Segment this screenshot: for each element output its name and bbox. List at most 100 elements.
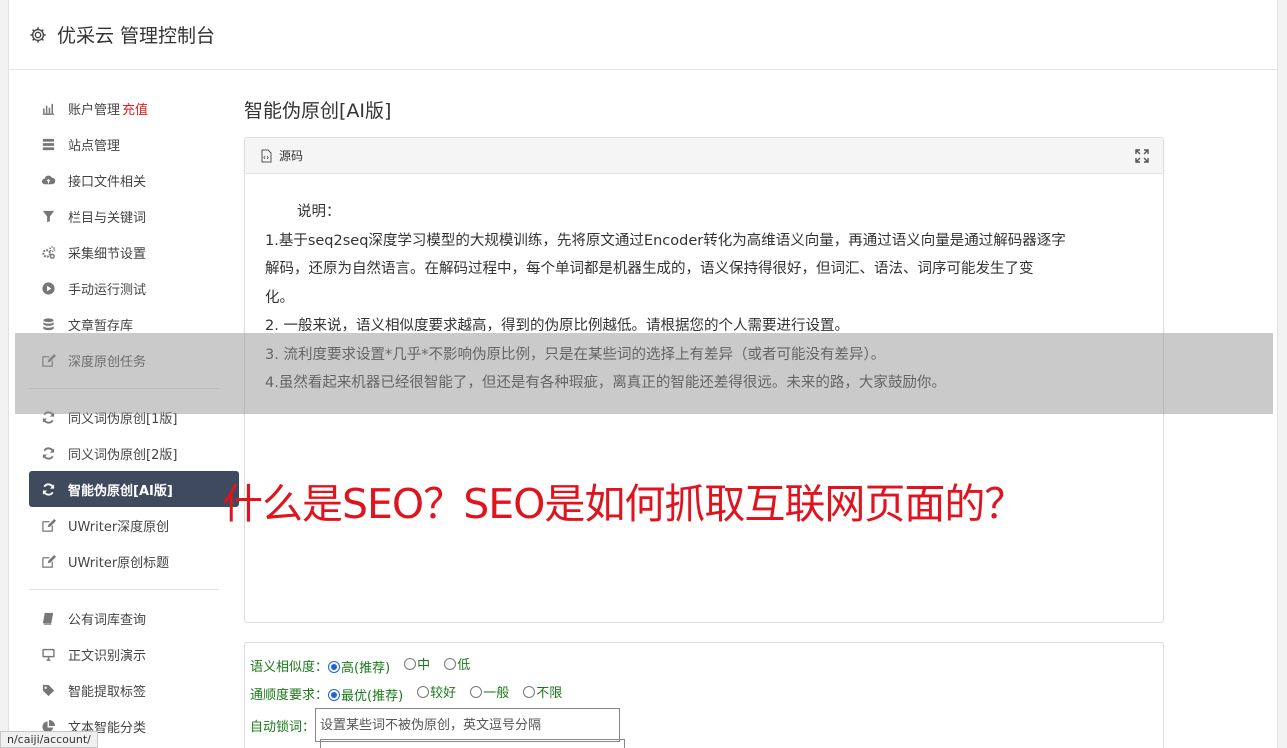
secondary-input[interactable] bbox=[320, 739, 625, 748]
sidebar-item-label: 账户管理 bbox=[68, 102, 121, 118]
sidebar-item-group3-2[interactable]: 智能提取标签 bbox=[29, 672, 239, 708]
sidebar-item-label: 深度原创任务 bbox=[68, 354, 147, 370]
source-button[interactable]: 源码 bbox=[279, 147, 303, 164]
source-editor[interactable]: 源码 说明： 1.基于seq2seq深度学习模型的大规模训练，先将原文通过Enc… bbox=[244, 137, 1164, 623]
cloud-upload-icon bbox=[39, 171, 57, 189]
sidebar-item-label: 同义词伪原创[2版] bbox=[68, 447, 178, 463]
editor-line: 2. 一般来说，语义相似度要求越高，得到的伪原比例越低。请根据您的个人需要进行设… bbox=[265, 318, 849, 334]
source-code-icon[interactable] bbox=[259, 149, 273, 163]
book-icon bbox=[39, 609, 57, 627]
radio-circle-icon[interactable] bbox=[417, 685, 430, 698]
play-icon bbox=[39, 279, 57, 297]
sidebar-item-label: 栏目与关键词 bbox=[68, 210, 147, 226]
gear-icon bbox=[30, 26, 46, 43]
monitor-icon bbox=[39, 645, 57, 663]
refresh-icon bbox=[39, 444, 57, 462]
bar-chart-icon bbox=[39, 99, 57, 117]
sidebar-item-label: 文章暂存库 bbox=[68, 318, 134, 334]
fluency-radio-1[interactable]: 较好 bbox=[417, 682, 456, 701]
sidebar-item-group1-6[interactable]: 文章暂存库 bbox=[29, 306, 239, 342]
editor-line: 3. 流利度要求设置*几乎*不影响伪原比例，只是在某些词的选择上有差异（或者可能… bbox=[265, 346, 886, 363]
sidebar-item-label: 站点管理 bbox=[68, 138, 121, 154]
radio-circle-icon[interactable] bbox=[444, 657, 457, 670]
sidebar-divider bbox=[29, 589, 219, 590]
similarity-radio-0[interactable]: 高(推荐) bbox=[328, 657, 390, 676]
similarity-radio-2[interactable]: 低 bbox=[444, 654, 470, 673]
sidebar: 账户管理 充值站点管理接口文件相关 栏目与关键词 采集细节设置 手动运行测试 文章暂存库深… bbox=[29, 90, 239, 744]
app-title: 优采云 管理控制台 bbox=[57, 25, 216, 47]
database-icon bbox=[39, 315, 57, 333]
server-icon bbox=[39, 135, 57, 153]
sidebar-item-label: 公有词库查询 bbox=[68, 612, 147, 628]
sidebar-divider bbox=[29, 388, 219, 389]
radio-circle-icon[interactable] bbox=[404, 657, 417, 670]
editor-line: 4.虽然看起来机器已经很智能了，但还是有各种瑕疵，离真正的智能还差得很远。未来的… bbox=[265, 375, 946, 391]
fluency-label: 通顺度要求： bbox=[250, 687, 329, 703]
sidebar-item-group2-1[interactable]: 同义词伪原创[2版] bbox=[29, 435, 239, 471]
similarity-option-label: 高(推荐) bbox=[341, 661, 391, 676]
fluency-radio-2[interactable]: 一般 bbox=[470, 682, 509, 701]
radio-circle-icon[interactable] bbox=[328, 688, 341, 701]
top-bar: 优采云 管理控制台 bbox=[9, 0, 1277, 70]
sidebar-item-label: UWriter原创标题 bbox=[68, 555, 170, 571]
fluency-option-label: 较好 bbox=[430, 686, 457, 701]
refresh-icon bbox=[39, 480, 57, 498]
sidebar-item-group1-7[interactable]: 深度原创任务 bbox=[29, 342, 239, 378]
edit-icon bbox=[39, 552, 57, 570]
sidebar-item-group1-0[interactable]: 账户管理 充值 bbox=[29, 90, 239, 126]
sidebar-item-group1-3[interactable]: 栏目与关键词 bbox=[29, 198, 239, 234]
sidebar-item-label: 正文识别演示 bbox=[68, 648, 147, 664]
sidebar-item-group1-2[interactable]: 接口文件相关 bbox=[29, 162, 239, 198]
fluency-row: 通顺度要求： 最优(推荐) 较好 一般 不限 bbox=[250, 679, 1163, 707]
sidebar-item-group1-5[interactable]: 手动运行测试 bbox=[29, 270, 239, 306]
sidebar-item-group1-1[interactable]: 站点管理 bbox=[29, 126, 239, 162]
sidebar-item-label: 智能提取标签 bbox=[68, 684, 147, 700]
page-title: 智能伪原创[AI版] bbox=[244, 100, 392, 122]
similarity-option-label: 低 bbox=[457, 658, 471, 673]
editor-line: 1.基于seq2seq深度学习模型的大规模训练，先将原文通过Encoder转化为… bbox=[265, 232, 1066, 249]
radio-circle-icon[interactable] bbox=[523, 685, 536, 698]
tag-icon bbox=[39, 681, 57, 699]
lock-words-label: 自动锁词： bbox=[250, 719, 316, 735]
fluency-option-label: 最优(推荐) bbox=[341, 689, 404, 704]
fullscreen-icon[interactable] bbox=[1135, 149, 1149, 163]
settings-panel: 语义相似度： 高(推荐) 中 低 通顺度要求： 最优(推荐) 较好 一般 不限 自动锁词： bbox=[244, 642, 1164, 748]
refresh-icon bbox=[39, 408, 57, 426]
gears-icon bbox=[39, 243, 57, 261]
recharge-link[interactable]: 充值 bbox=[122, 99, 148, 118]
editor-toolbar: 源码 bbox=[245, 138, 1163, 174]
sidebar-item-group2-0[interactable]: 同义词伪原创[1版] bbox=[29, 399, 239, 435]
status-url: n/caiji/account/ bbox=[0, 731, 98, 748]
main-panel: 智能伪原创[AI版] 源码 说明： 1.基于seq2seq深度学习模型的大规模训… bbox=[244, 96, 1164, 623]
sidebar-item-group2-2[interactable]: 智能伪原创[AI版] bbox=[29, 471, 239, 507]
fluency-option-label: 不限 bbox=[536, 686, 563, 701]
sidebar-item-label: 采集细节设置 bbox=[68, 246, 147, 262]
similarity-row: 语义相似度： 高(推荐) 中 低 bbox=[250, 651, 1163, 679]
edit-icon bbox=[39, 351, 57, 369]
sidebar-item-label: 智能伪原创[AI版] bbox=[68, 483, 173, 499]
fluency-option-label: 一般 bbox=[483, 686, 510, 701]
similarity-radio-1[interactable]: 中 bbox=[404, 654, 430, 673]
similarity-option-label: 中 bbox=[417, 658, 431, 673]
editor-intro: 说明： bbox=[297, 204, 341, 220]
sidebar-item-group3-0[interactable]: 公有词库查询 bbox=[29, 600, 239, 636]
sidebar-item-label: 接口文件相关 bbox=[68, 174, 147, 190]
overlay-headline: 什么是SEO？SEO是如何抓取互联网页面的？ bbox=[222, 480, 1025, 528]
sidebar-item-group2-3[interactable]: UWriter深度原创 bbox=[29, 507, 239, 543]
sidebar-item-group3-1[interactable]: 正文识别演示 bbox=[29, 636, 239, 672]
sidebar-item-group1-4[interactable]: 采集细节设置 bbox=[29, 234, 239, 270]
edit-icon bbox=[39, 516, 57, 534]
sidebar-item-label: UWriter深度原创 bbox=[68, 519, 170, 535]
fluency-radio-0[interactable]: 最优(推荐) bbox=[328, 685, 403, 704]
radio-circle-icon[interactable] bbox=[470, 685, 483, 698]
similarity-label: 语义相似度： bbox=[250, 659, 329, 675]
radio-circle-icon[interactable] bbox=[328, 660, 341, 673]
sidebar-item-group2-4[interactable]: UWriter原创标题 bbox=[29, 543, 239, 579]
sidebar-item-label: 手动运行测试 bbox=[68, 282, 147, 298]
lock-words-input[interactable] bbox=[315, 708, 621, 742]
filter-icon bbox=[39, 207, 57, 225]
editor-content[interactable]: 说明： 1.基于seq2seq深度学习模型的大规模训练，先将原文通过Encode… bbox=[245, 174, 1163, 398]
fluency-radio-3[interactable]: 不限 bbox=[523, 682, 562, 701]
sidebar-item-label: 同义词伪原创[1版] bbox=[68, 411, 178, 427]
editor-line: 解码，还原为自然语言。在解码过程中，每个单词都是机器生成的，语义保持得很好，但词… bbox=[265, 261, 1034, 277]
